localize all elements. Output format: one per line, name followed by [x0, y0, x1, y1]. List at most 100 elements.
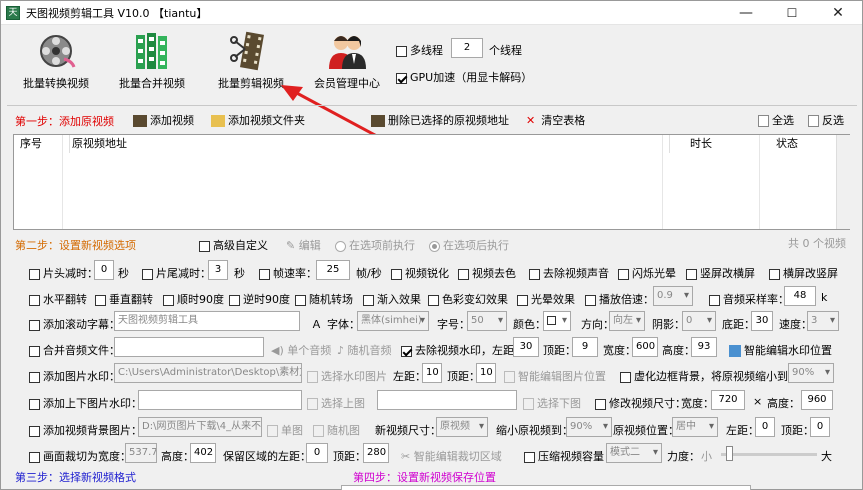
- smart-crop-button[interactable]: ✂ 智能编辑裁切区域: [401, 448, 502, 464]
- head-trim-checkbox[interactable]: 片头减时：: [29, 265, 98, 281]
- image-watermark-path[interactable]: C:\Users\Administrator\Desktop\素材文: [114, 363, 302, 383]
- single-audio-button[interactable]: ◀) 单个音频: [271, 342, 331, 358]
- bg-image-checkbox[interactable]: 添加视频背景图片：: [29, 422, 142, 438]
- multithread-checkbox[interactable]: 多线程: [396, 42, 443, 58]
- clear-table-button[interactable]: ✕ 清空表格: [526, 112, 585, 128]
- image-watermark-checkbox[interactable]: 添加图片水印：: [29, 368, 120, 384]
- sample-rate-input[interactable]: 48: [784, 286, 816, 306]
- direction-select[interactable]: 向左: [609, 311, 645, 331]
- denoise-checkbox[interactable]: 视频去色: [458, 265, 516, 281]
- single-image-button[interactable]: 单图: [267, 422, 303, 438]
- wm-left-input[interactable]: 30: [513, 337, 539, 357]
- subtitle-input[interactable]: 天图视频剪辑工具: [114, 311, 300, 331]
- audio-path-input[interactable]: [114, 337, 264, 357]
- bg-left-input[interactable]: 0: [755, 417, 775, 437]
- crop-height-input[interactable]: 402: [190, 443, 216, 463]
- fadein-checkbox[interactable]: 渐入效果: [363, 291, 421, 307]
- choose-watermark-button[interactable]: 选择水印图片: [307, 368, 387, 384]
- color-change-checkbox[interactable]: 色彩变幻效果: [428, 291, 508, 307]
- shrink-select[interactable]: 90%: [566, 417, 612, 437]
- font-select[interactable]: 黑体(simhei): [357, 311, 429, 331]
- compress-mode-select[interactable]: 模式二: [606, 443, 662, 463]
- v2h-checkbox[interactable]: 竖屏改横屏: [686, 265, 755, 281]
- flash-checkbox[interactable]: 闪烁光晕: [618, 265, 676, 281]
- top-image-path[interactable]: [138, 390, 302, 410]
- halo-checkbox[interactable]: 光晕效果: [517, 291, 575, 307]
- add-folder-button[interactable]: 添加视频文件夹: [211, 112, 305, 128]
- speed-checkbox[interactable]: 播放倍速：: [585, 291, 654, 307]
- fps-input[interactable]: 25: [316, 260, 350, 280]
- vflip-checkbox[interactable]: 垂直翻转: [95, 291, 153, 307]
- shadow-select[interactable]: 0: [682, 311, 716, 331]
- strength-track[interactable]: [721, 453, 817, 456]
- select-all-button[interactable]: 全选: [758, 112, 794, 128]
- new-size-select[interactable]: 原视频: [436, 417, 488, 437]
- hflip-checkbox[interactable]: 水平翻转: [29, 291, 87, 307]
- batch-merge-button[interactable]: 批量合并视频: [107, 31, 197, 93]
- close-button[interactable]: ✕: [815, 1, 861, 25]
- cw90-checkbox[interactable]: 顺时90度: [163, 291, 224, 307]
- resize-height-input[interactable]: 960: [801, 390, 833, 410]
- random-audio-button[interactable]: ♪ 随机音频: [337, 342, 392, 358]
- sub-speed-select[interactable]: 3: [807, 311, 839, 331]
- tail-trim-checkbox[interactable]: 片尾减时：: [142, 265, 211, 281]
- remove-watermark-checkbox[interactable]: 去除视频水印，左距：: [401, 342, 525, 358]
- resize-width-input[interactable]: 720: [711, 390, 745, 410]
- resize-checkbox[interactable]: 修改视频尺寸：: [595, 395, 686, 411]
- video-table[interactable]: 序号 原视频地址 时长 状态: [13, 134, 850, 230]
- random-image-button[interactable]: 随机图: [313, 422, 360, 438]
- batch-convert-button[interactable]: 批量转换视频: [11, 31, 101, 93]
- minimize-button[interactable]: —: [723, 1, 769, 25]
- bottom-image-path[interactable]: [377, 390, 517, 410]
- position-select[interactable]: 居中: [672, 417, 718, 437]
- fps-checkbox[interactable]: 帧速率：: [259, 265, 317, 281]
- invert-select-button[interactable]: 反选: [808, 112, 844, 128]
- save-path-box[interactable]: [341, 485, 751, 490]
- keep-top-input[interactable]: 280: [363, 443, 389, 463]
- keep-left-input[interactable]: 0: [306, 443, 328, 463]
- thread-count-input[interactable]: 2: [451, 38, 483, 58]
- blur-scale-select[interactable]: 90%: [788, 363, 834, 383]
- after-radio[interactable]: 在选项后执行: [429, 237, 509, 253]
- bg-top-input[interactable]: 0: [810, 417, 830, 437]
- merge-audio-checkbox[interactable]: 合并音频文件：: [29, 342, 120, 358]
- color-select[interactable]: [543, 311, 571, 331]
- bottom-input[interactable]: 30: [751, 311, 773, 331]
- speed-select[interactable]: 0.9: [653, 286, 693, 306]
- strength-thumb[interactable]: [726, 446, 733, 461]
- sharpen-checkbox[interactable]: 视频锐化: [391, 265, 449, 281]
- transition-checkbox[interactable]: 随机转场: [295, 291, 353, 307]
- choose-bottom-button[interactable]: 选择下图: [523, 395, 581, 411]
- h2v-checkbox[interactable]: 横屏改竖屏: [769, 265, 838, 281]
- table-scrollbar[interactable]: [836, 135, 850, 229]
- smart-watermark-button[interactable]: 智能编辑水印位置: [729, 342, 832, 358]
- head-trim-input[interactable]: 0: [94, 260, 114, 280]
- before-radio[interactable]: 在选项前执行: [335, 237, 415, 253]
- gpu-checkbox[interactable]: GPU加速（用显卡解码）: [396, 69, 532, 85]
- wm-height-input[interactable]: 93: [691, 337, 717, 357]
- advanced-checkbox[interactable]: 高级自定义: [199, 237, 268, 253]
- remove-audio-checkbox[interactable]: 去除视频声音: [529, 265, 609, 281]
- compress-checkbox[interactable]: 压缩视频容量: [524, 448, 604, 464]
- wm-top-input[interactable]: 9: [572, 337, 598, 357]
- choose-top-button[interactable]: 选择上图: [307, 395, 365, 411]
- smart-image-button[interactable]: 智能编辑图片位置: [504, 368, 606, 384]
- img-top-input[interactable]: 10: [476, 363, 496, 383]
- image-icon: [307, 398, 318, 410]
- maximize-button[interactable]: ☐: [769, 1, 815, 25]
- crop-width-input[interactable]: 537.7: [125, 443, 157, 463]
- ccw90-checkbox[interactable]: 逆时90度: [229, 291, 290, 307]
- size-select[interactable]: 50: [467, 311, 507, 331]
- tail-trim-input[interactable]: 3: [208, 260, 228, 280]
- crop-checkbox[interactable]: 画面裁切为宽度：: [29, 448, 131, 464]
- tb-watermark-checkbox[interactable]: 添加上下图片水印：: [29, 395, 142, 411]
- bg-image-path[interactable]: D:\网页图片下载\4_从来不: [138, 417, 262, 437]
- add-video-button[interactable]: 添加视频: [133, 112, 194, 128]
- subtitle-checkbox[interactable]: 添加滚动字幕：: [29, 316, 120, 332]
- edit-button[interactable]: ✎ 编辑: [286, 237, 321, 253]
- wm-width-input[interactable]: 600: [632, 337, 658, 357]
- blur-bg-checkbox[interactable]: 虚化边框背景，将原视频缩小到：: [620, 368, 799, 384]
- delete-selected-button[interactable]: 删除已选择的原视频地址: [371, 112, 509, 128]
- img-left-input[interactable]: 10: [422, 363, 442, 383]
- sample-rate-checkbox[interactable]: 音频采样率：: [709, 291, 789, 307]
